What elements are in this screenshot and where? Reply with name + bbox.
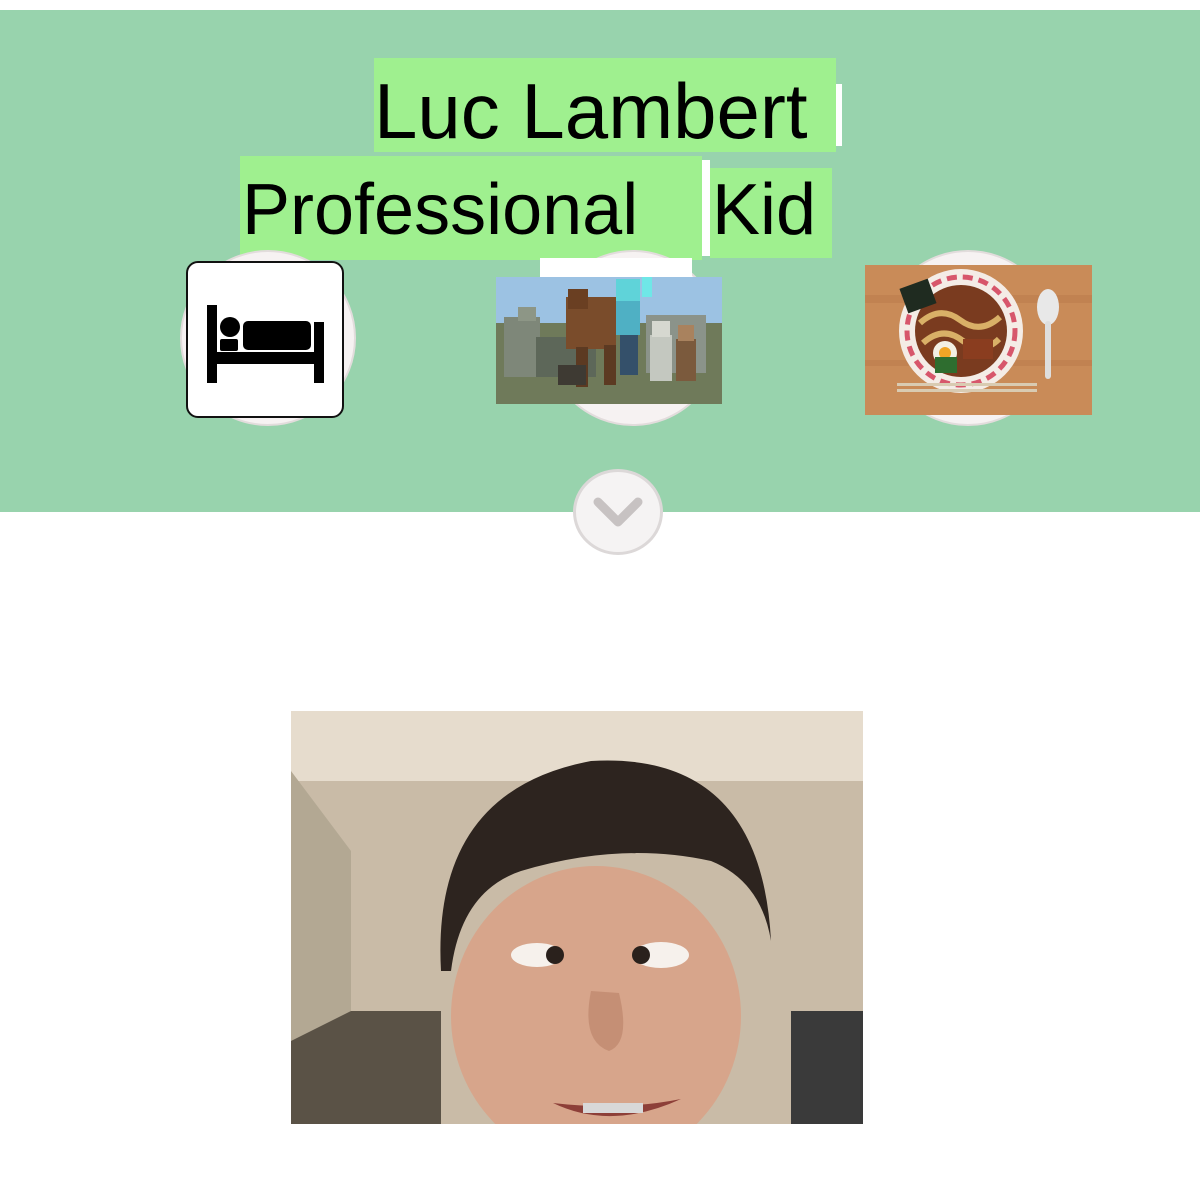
- face-photo: [291, 711, 863, 1124]
- portrait-photo: [291, 711, 863, 1124]
- tagline-gap: [702, 160, 710, 256]
- interest-food[interactable]: [865, 265, 1092, 415]
- tagline-second-word: Kid: [710, 168, 832, 258]
- page-title: Luc Lambert: [374, 58, 836, 152]
- minecraft-picture: [496, 277, 722, 404]
- title-gap: [836, 84, 842, 146]
- chevron-down-icon: [593, 497, 643, 527]
- bed-icon: [207, 305, 324, 383]
- interest-gaming[interactable]: [496, 277, 722, 404]
- scroll-down-button[interactable]: [573, 469, 663, 555]
- interest-sleep[interactable]: [186, 261, 344, 418]
- tagline-first-word: Professional: [240, 156, 702, 260]
- ramen-picture: [865, 265, 1092, 415]
